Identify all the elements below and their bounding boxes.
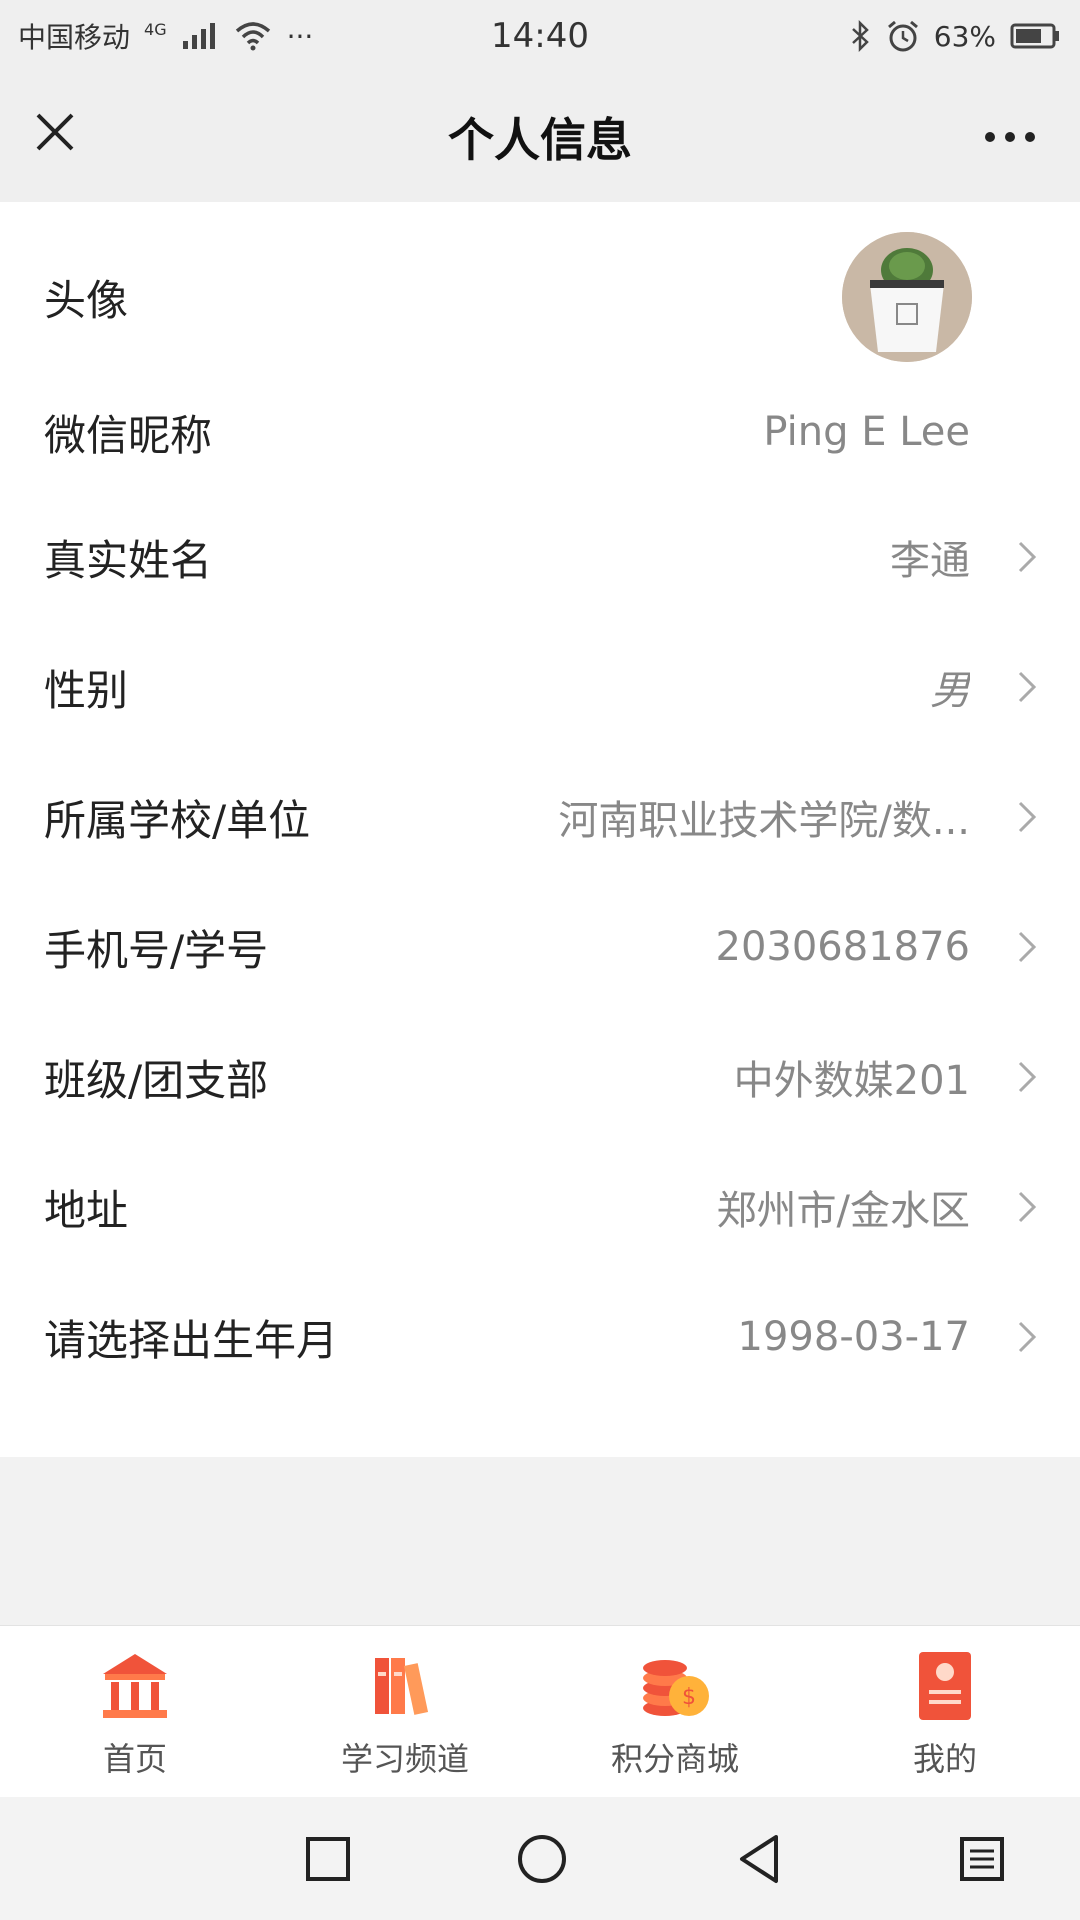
realname-row[interactable]: 真实姓名 李通 [0, 492, 1080, 622]
tab-home[interactable]: 首页 [0, 1626, 270, 1798]
nickname-row: 微信昵称 Ping E Lee [0, 372, 1080, 492]
address-row[interactable]: 地址 郑州市/金水区 [0, 1142, 1080, 1272]
class-label: 班级/团支部 [44, 1055, 269, 1105]
tab-mine[interactable]: 我的 [810, 1626, 1080, 1798]
avatar-label: 头像 [44, 275, 129, 325]
close-icon[interactable] [30, 107, 80, 157]
chevron-right-icon [1018, 671, 1037, 703]
tab-mine-label: 我的 [912, 1740, 977, 1778]
school-label: 所属学校/单位 [44, 795, 311, 845]
avatar-row[interactable]: 头像 [0, 222, 1080, 372]
signal-icon [182, 23, 215, 49]
chevron-right-icon [1018, 931, 1037, 963]
network-type: 4G [144, 19, 167, 39]
chevron-right-icon [1018, 541, 1037, 573]
page-title: 个人信息 [448, 113, 632, 167]
tab-points-mall[interactable]: $ 积分商城 [540, 1626, 810, 1798]
battery-icon [1010, 23, 1059, 49]
school-value: 河南职业技术学院/数... [558, 798, 970, 844]
recent-apps-icon[interactable] [302, 1833, 354, 1885]
birthdate-label: 请选择出生年月 [44, 1315, 339, 1365]
gender-label: 性别 [44, 665, 129, 715]
phone-row[interactable]: 手机号/学号 2030681876 [0, 882, 1080, 1012]
avatar[interactable] [842, 232, 972, 362]
books-icon [375, 1658, 429, 1715]
svg-text:$: $ [682, 1685, 696, 1710]
carrier-label: 中国移动 [18, 21, 131, 54]
address-value: 郑州市/金水区 [716, 1188, 970, 1234]
profile-card-icon [919, 1652, 971, 1720]
chevron-right-icon [1018, 1191, 1037, 1223]
tab-home-label: 首页 [102, 1740, 167, 1778]
alarm-icon [887, 20, 918, 52]
school-row[interactable]: 所属学校/单位 河南职业技术学院/数... [0, 752, 1080, 882]
birthdate-value: 1998-03-17 [737, 1314, 970, 1360]
nav-bar: 个人信息 [0, 72, 1080, 202]
chevron-right-icon [1018, 1321, 1037, 1353]
realname-value: 李通 [890, 538, 970, 584]
system-nav-bar [0, 1797, 1080, 1920]
wifi-icon [235, 22, 270, 51]
chevron-right-icon [1018, 1061, 1037, 1093]
phone-label: 手机号/学号 [44, 925, 269, 975]
realname-label: 真实姓名 [44, 535, 213, 585]
gender-value: 男 [930, 668, 970, 714]
tab-points-mall-label: 积分商城 [610, 1740, 739, 1778]
bluetooth-icon [851, 20, 869, 52]
home-icon [103, 1654, 167, 1718]
home-button-icon[interactable] [516, 1833, 568, 1885]
tab-study-label: 学习频道 [340, 1740, 469, 1778]
tab-bar: 首页 学习频道 $ 积分商城 我的 [0, 1625, 1080, 1798]
more-icon[interactable] [980, 122, 1040, 152]
status-more: ··· [286, 19, 314, 53]
address-label: 地址 [44, 1185, 129, 1235]
class-row[interactable]: 班级/团支部 中外数媒201 [0, 1012, 1080, 1142]
coins-icon: $ [643, 1660, 709, 1716]
birthdate-row[interactable]: 请选择出生年月 1998-03-17 [0, 1272, 1080, 1402]
phone-value: 2030681876 [715, 924, 971, 970]
back-icon[interactable] [734, 1833, 786, 1885]
nickname-label: 微信昵称 [44, 410, 213, 460]
cactus-pot-image [842, 232, 972, 362]
gender-row[interactable]: 性别 男 [0, 622, 1080, 752]
class-value: 中外数媒201 [733, 1058, 970, 1104]
status-bar: 中国移动 4G ··· 14:40 63% [0, 0, 1080, 72]
nickname-value: Ping E Lee [763, 409, 970, 455]
chevron-right-icon [1018, 801, 1037, 833]
tab-study[interactable]: 学习频道 [270, 1626, 540, 1798]
profile-list: 头像 微信昵称 Ping E Lee 真实姓名 李通 性别 男 所属学校/单位 … [0, 202, 1080, 1457]
battery-percent: 63% [933, 19, 996, 53]
menu-icon[interactable] [956, 1833, 1008, 1885]
